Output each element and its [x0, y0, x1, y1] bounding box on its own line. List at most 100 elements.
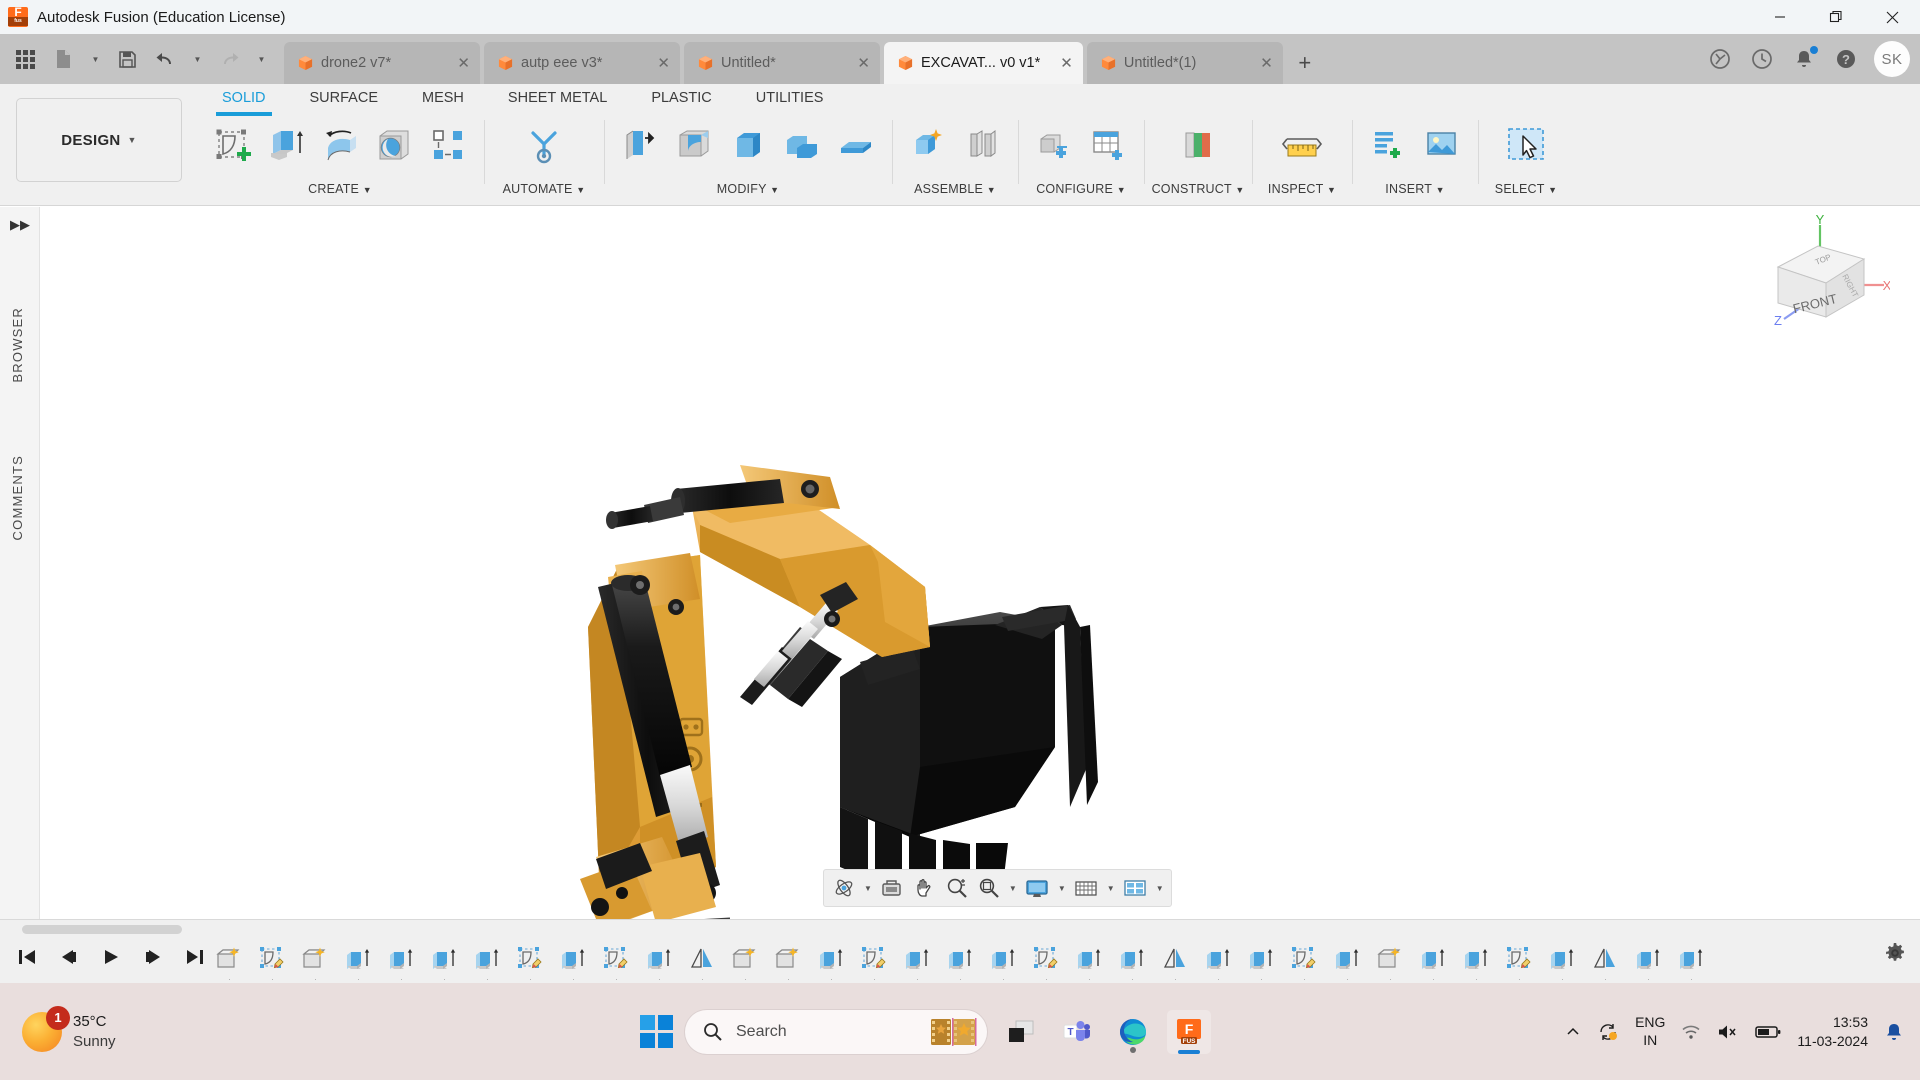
extrude-feature-icon[interactable] — [1672, 940, 1710, 980]
start-button-icon[interactable] — [640, 1015, 673, 1048]
timeline-feature-list[interactable] — [210, 938, 1864, 980]
panel-assemble-label[interactable]: ASSEMBLE ▼ — [898, 176, 1012, 202]
onedrive-sync-icon[interactable] — [1597, 1021, 1619, 1043]
restore-button[interactable] — [1808, 0, 1864, 34]
battery-icon[interactable] — [1755, 1024, 1781, 1040]
sketch-feature-icon[interactable] — [855, 940, 893, 980]
panel-modify-label[interactable]: MODIFY ▼ — [610, 176, 886, 202]
user-avatar[interactable]: SK — [1874, 41, 1910, 77]
undo-dropdown[interactable]: ▼ — [184, 37, 210, 81]
tab-solid[interactable]: SOLID — [200, 84, 288, 116]
display-settings-dropdown[interactable]: ▼ — [1054, 871, 1069, 905]
extensions-icon[interactable] — [1700, 37, 1740, 81]
sketch-feature-icon[interactable] — [511, 940, 549, 980]
tab-surface[interactable]: SURFACE — [288, 84, 401, 112]
go-to-end-icon[interactable] — [178, 940, 212, 974]
extrude-feature-icon[interactable] — [1543, 940, 1581, 980]
panel-inspect-label[interactable]: INSPECT ▼ — [1258, 176, 1346, 202]
pattern-icon[interactable] — [422, 116, 474, 174]
minimize-button[interactable] — [1752, 0, 1808, 34]
insert-derive-icon[interactable] — [1362, 116, 1414, 174]
sketch-feature-icon[interactable] — [1027, 940, 1065, 980]
document-tab-close-icon[interactable]: ✕ — [1048, 54, 1073, 72]
document-tab-close-icon[interactable]: ✕ — [445, 54, 470, 72]
browser-panel-tab[interactable]: BROWSER — [10, 307, 25, 383]
extrude-feature-icon[interactable] — [1070, 940, 1108, 980]
extrude-feature-icon[interactable] — [812, 940, 850, 980]
display-settings-icon[interactable] — [1020, 871, 1054, 905]
comments-panel-tab[interactable]: COMMENTS — [10, 455, 25, 540]
autodesk-fusion-icon[interactable]: F FUS — [1167, 1009, 1211, 1054]
step-forward-icon[interactable] — [136, 940, 170, 974]
view-cube[interactable]: Y X Z FRONT TOP RIGHT — [1760, 215, 1890, 330]
document-tab-1[interactable]: autp eee v3* ✕ — [484, 42, 680, 84]
document-tab-0[interactable]: drone2 v7* ✕ — [284, 42, 480, 84]
extrude-feature-icon[interactable] — [898, 940, 936, 980]
insert-canvas-icon[interactable] — [1416, 116, 1468, 174]
grid-snaps-dropdown[interactable]: ▼ — [1103, 871, 1118, 905]
extrude-icon[interactable] — [260, 116, 312, 174]
microsoft-edge-icon[interactable] — [1111, 1010, 1155, 1054]
step-back-icon[interactable] — [52, 940, 86, 974]
extrude-feature-icon[interactable] — [941, 940, 979, 980]
sketch-feature-icon[interactable] — [1285, 940, 1323, 980]
shell-icon[interactable] — [722, 116, 774, 174]
measure-icon[interactable] — [1276, 116, 1328, 174]
tab-plastic[interactable]: PLASTIC — [629, 84, 733, 112]
sphere-icon[interactable] — [368, 116, 420, 174]
document-tab-close-icon[interactable]: ✕ — [1248, 54, 1273, 72]
go-to-beginning-icon[interactable] — [10, 940, 44, 974]
input-language-indicator[interactable]: ENG IN — [1635, 1014, 1665, 1049]
panel-create-label[interactable]: CREATE ▼ — [202, 176, 478, 202]
split-face-icon[interactable] — [830, 116, 882, 174]
extrude-feature-icon[interactable] — [1328, 940, 1366, 980]
notification-bell-icon[interactable] — [1884, 1021, 1904, 1043]
tab-sheet-metal[interactable]: SHEET METAL — [486, 84, 629, 112]
sketch-feature-icon[interactable] — [1500, 940, 1538, 980]
new-file-button[interactable] — [44, 37, 82, 81]
weather-widget[interactable]: 1 35°C Sunny — [22, 1005, 116, 1052]
panel-construct-label[interactable]: CONSTRUCT ▼ — [1150, 176, 1246, 202]
viewports-dropdown[interactable]: ▼ — [1152, 871, 1167, 905]
fit-dropdown[interactable]: ▼ — [1005, 871, 1020, 905]
extrude-feature-icon[interactable] — [1457, 940, 1495, 980]
tab-mesh[interactable]: MESH — [400, 84, 486, 112]
extrude-feature-icon[interactable] — [339, 940, 377, 980]
extrude-feature-icon[interactable] — [1629, 940, 1667, 980]
help-icon[interactable]: ? — [1826, 37, 1866, 81]
extrude-feature-icon[interactable] — [382, 940, 420, 980]
zoom-icon[interactable] — [941, 871, 973, 905]
extrude-feature-icon[interactable] — [984, 940, 1022, 980]
configure-icon[interactable] — [1028, 116, 1080, 174]
panel-select-label[interactable]: SELECT ▼ — [1484, 176, 1568, 202]
panel-configure-label[interactable]: CONFIGURE ▼ — [1024, 176, 1138, 202]
taskbar-search-box[interactable]: Search — [685, 1009, 987, 1054]
workspace-selector[interactable]: DESIGN ▼ — [16, 98, 182, 182]
document-tab-close-icon[interactable]: ✕ — [845, 54, 870, 72]
microsoft-teams-icon[interactable]: T — [1055, 1010, 1099, 1054]
close-button[interactable] — [1864, 0, 1920, 34]
show-hidden-icons-icon[interactable] — [1565, 1024, 1581, 1040]
grid-snaps-icon[interactable] — [1069, 871, 1103, 905]
joint-icon[interactable] — [956, 116, 1008, 174]
viewports-icon[interactable] — [1118, 871, 1152, 905]
play-icon[interactable] — [94, 940, 128, 974]
panel-insert-label[interactable]: INSERT ▼ — [1358, 176, 1472, 202]
configuration-table-icon[interactable] — [1082, 116, 1134, 174]
extrude-feature-icon[interactable] — [1199, 940, 1237, 980]
new-component-feature-icon[interactable] — [210, 940, 248, 980]
look-at-icon[interactable] — [875, 871, 909, 905]
extrude-feature-icon[interactable] — [425, 940, 463, 980]
3d-viewport[interactable]: Y X Z FRONT TOP RIGHT ▼ ▼ ▼ ▼ ▼ — [40, 207, 1920, 919]
undo-button[interactable] — [146, 37, 184, 81]
new-document-tab-button[interactable]: + — [1287, 42, 1323, 84]
timeline-scrollbar[interactable] — [22, 925, 182, 934]
new-file-dropdown[interactable]: ▼ — [82, 37, 108, 81]
extrude-feature-icon[interactable] — [554, 940, 592, 980]
mirror-feature-icon[interactable] — [1586, 940, 1624, 980]
select-cursor-icon[interactable] — [1500, 116, 1552, 174]
new-component-feature-icon[interactable] — [1371, 940, 1409, 980]
press-pull-icon[interactable] — [614, 116, 666, 174]
document-tab-4[interactable]: Untitled*(1) ✕ — [1086, 42, 1283, 84]
document-tab-3[interactable]: EXCAVAT... v0 v1* ✕ — [884, 42, 1083, 84]
